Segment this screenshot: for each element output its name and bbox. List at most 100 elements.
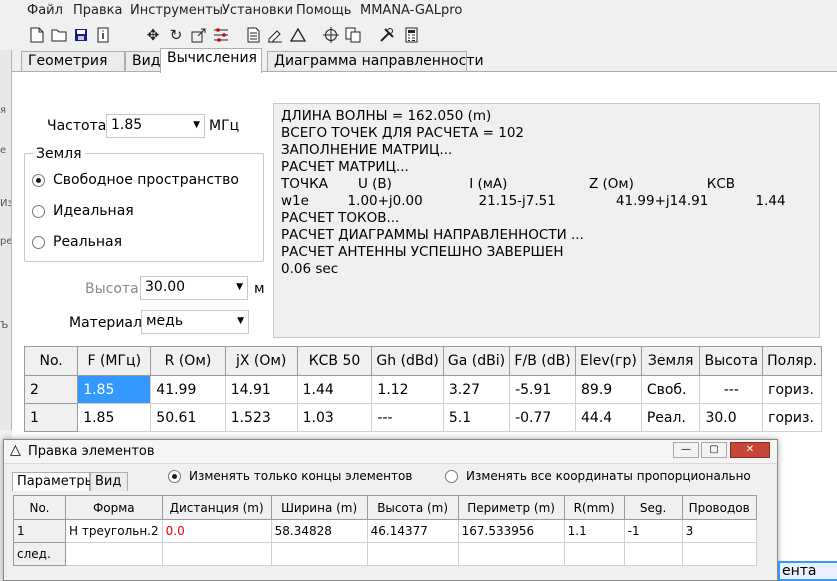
cell-ga[interactable]: 5.1 [442,403,511,432]
minimize-button[interactable]: — [673,442,699,458]
cell-width[interactable] [270,542,368,566]
cell-resistance[interactable]: 50.61 [150,403,226,432]
open-folder-icon[interactable] [50,26,68,44]
tools-icon[interactable] [378,26,396,44]
tab-dialog-view[interactable]: Вид [90,472,128,491]
ground-ideal-radio[interactable]: Идеальная [32,203,134,219]
cell-swr[interactable]: 1.03 [296,403,373,432]
cell-wires[interactable]: 3 [681,519,757,543]
height-combo[interactable]: 30.00 ▼ [140,276,248,300]
cell-reactance[interactable]: 1.523 [224,403,298,432]
cell-next[interactable]: след. [13,542,66,566]
ground-free-space-radio[interactable]: Свободное пространство [32,172,239,188]
cell-ga[interactable]: 3.27 [442,375,511,404]
height-unit: м [254,281,265,297]
copy-icon[interactable] [344,26,362,44]
log-line: w1e 1.00+j0.00 21.15-j7.51 41.99+j14.91 … [281,193,786,209]
change-ends-only-label: Изменять только концы элементов [189,469,413,483]
document-icon[interactable] [244,26,262,44]
cell-ground[interactable]: Своб. [640,375,701,404]
cell-perimeter[interactable]: 167.533956 [457,519,565,543]
maximize-button[interactable]: ▢ [701,442,727,458]
col-gh: Gh (dBd) [371,346,444,376]
frequency-combo[interactable]: 1.85 ▼ [106,114,205,138]
cell-radius[interactable]: 1.1 [563,519,625,543]
triangle-icon[interactable] [289,26,307,44]
partial-button[interactable]: ента [778,561,837,581]
edit-icon[interactable] [266,26,284,44]
material-combo[interactable]: медь ▼ [141,310,249,334]
col-width: Ширина (m) [270,495,368,520]
cell-segments[interactable] [623,542,683,566]
cell-polarization[interactable]: гориз. [762,375,822,404]
dialog-titlebar[interactable]: △ Правка элементов — ▢ ✕ [4,440,777,464]
cell-height[interactable]: 46.14377 [366,519,459,543]
cell-perimeter[interactable] [457,542,565,566]
change-ends-only-radio[interactable]: Изменять только концы элементов [168,469,412,483]
table-row[interactable]: след. [13,542,757,566]
cell-distance[interactable] [161,542,272,566]
cell-fb[interactable]: -5.91 [509,375,577,404]
calculator-icon[interactable] [402,26,420,44]
close-button[interactable]: ✕ [730,442,770,458]
change-proportional-radio[interactable]: Изменять все координаты пропорционально [445,469,751,483]
new-file-icon[interactable] [28,26,46,44]
cell-height[interactable]: 30.0 [699,403,764,432]
cell-no[interactable]: 1 [13,519,66,543]
cell-shape[interactable]: Н треугольн.2 [65,519,163,543]
cell-wires[interactable] [681,542,757,566]
cell-height[interactable] [366,542,459,566]
tab-radiation-pattern[interactable]: Диаграмма направленности [267,51,484,72]
left-strip-text-2: е [0,145,7,156]
table-row[interactable]: 1 Н треугольн.2 0.0 58.34828 46.14377 16… [13,519,757,543]
col-reactance: jX (Ом) [224,346,298,376]
elements-header-row: No. Форма Дистанция (m) Ширина (m) Высот… [13,495,757,520]
move-icon[interactable]: ✥ [144,26,162,44]
cell-gh[interactable]: --- [371,403,444,432]
save-icon[interactable] [72,26,90,44]
col-swr: КСВ 50 [296,346,373,376]
cell-shape[interactable] [65,542,163,566]
tab-parameters[interactable]: Параметры [12,472,95,491]
cell-reactance[interactable]: 14.91 [224,375,298,404]
cell-no[interactable]: 1 [23,403,79,432]
cell-height[interactable]: --- [699,375,764,404]
cell-segments[interactable]: -1 [623,519,683,543]
cell-frequency-selected[interactable]: 1.85 [77,375,152,404]
radio-unselected-icon [445,469,458,483]
cell-elev[interactable]: 44.4 [575,403,642,432]
resize-icon[interactable] [190,26,208,44]
cell-frequency[interactable]: 1.85 [77,403,152,432]
cell-swr[interactable]: 1.44 [296,375,373,404]
menu-bar: Файл Правка Инструменты Установки Помощь… [12,0,837,22]
table-row[interactable]: 1 1.85 50.61 1.523 1.03 --- 5.1 -0.77 44… [23,403,822,432]
menu-file[interactable]: Файл [27,3,63,18]
left-strip-text-5: Ъ [0,320,9,331]
info-icon[interactable] [94,26,112,44]
rotate-icon[interactable]: ↻ [167,26,185,44]
cell-ground[interactable]: Реал. [640,403,701,432]
cell-fb[interactable]: -0.77 [509,403,577,432]
target-icon[interactable] [322,26,340,44]
col-radius: R(mm) [563,495,625,520]
cell-distance[interactable]: 0.0 [161,519,272,543]
cell-gh[interactable]: 1.12 [371,375,444,404]
cell-elev[interactable]: 89.9 [575,375,642,404]
menu-tools[interactable]: Инструменты [130,3,223,18]
menu-help[interactable]: Помощь [296,3,351,18]
elements-grid: No. Форма Дистанция (m) Ширина (m) Высот… [13,495,757,566]
cell-no[interactable]: 2 [23,375,79,404]
menu-settings[interactable]: Установки [222,3,293,18]
elements-icon[interactable] [212,26,230,44]
tab-calculations[interactable]: Вычисления [160,48,262,73]
menu-edit[interactable]: Правка [73,3,122,18]
cell-radius[interactable] [563,542,625,566]
table-row[interactable]: 2 1.85 41.99 14.91 1.44 1.12 3.27 -5.91 … [23,375,822,404]
cell-width[interactable]: 58.34828 [270,519,368,543]
cell-polarization[interactable]: гориз. [762,403,822,432]
ground-real-radio[interactable]: Реальная [32,234,122,250]
tab-geometry[interactable]: Геометрия [21,51,125,72]
menu-about[interactable]: MMANA-GALpro [360,3,462,18]
material-label: Материал [69,315,142,331]
cell-resistance[interactable]: 41.99 [150,375,226,404]
